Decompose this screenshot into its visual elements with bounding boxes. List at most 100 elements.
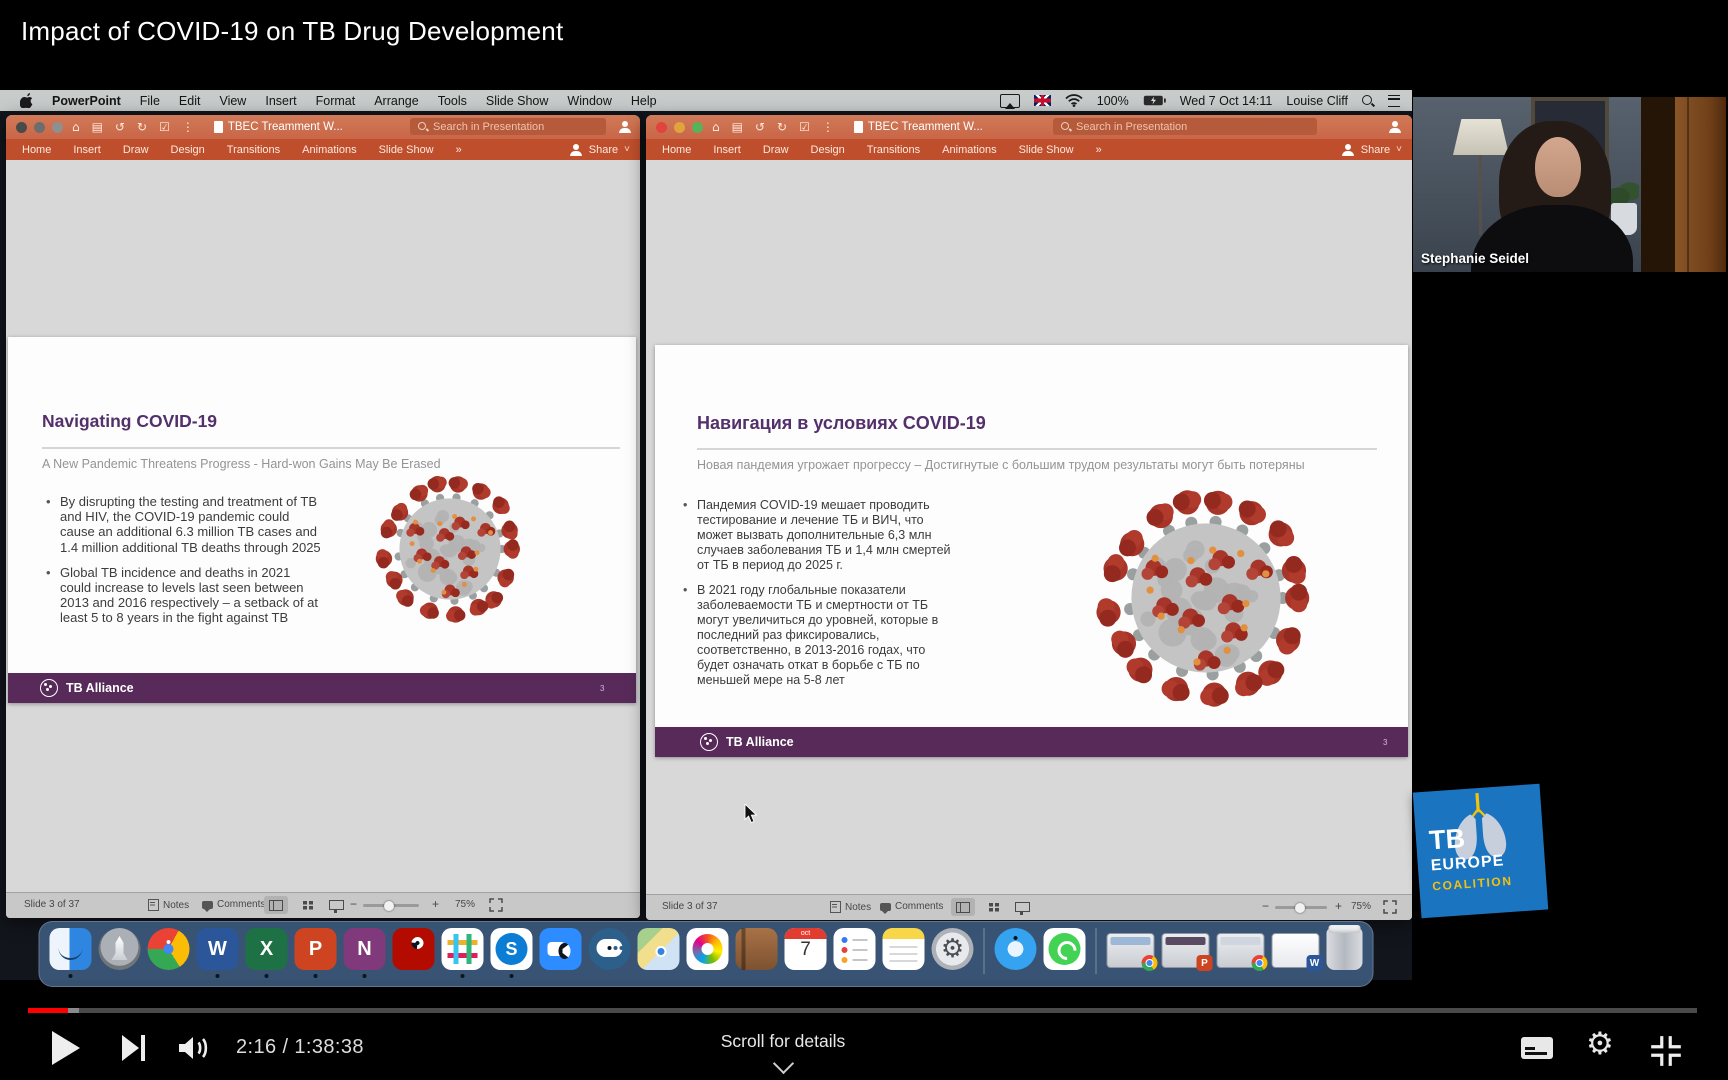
minimize-button[interactable] [674, 122, 685, 133]
fit-slide-icon[interactable] [489, 898, 503, 912]
dock-item-trash[interactable] [1327, 928, 1363, 970]
notes-button[interactable]: Notes [148, 899, 189, 911]
menu-item-slide-show[interactable]: Slide Show [486, 94, 549, 108]
dock-item-excel[interactable]: X [246, 928, 288, 970]
tab-insert[interactable]: Insert [713, 144, 741, 156]
subtitles-button[interactable] [1521, 1037, 1553, 1059]
menu-bar-clock[interactable]: Wed 7 Oct 14:11 [1180, 94, 1273, 108]
slideshow-button[interactable] [324, 896, 348, 914]
dock-minimized-window-meeting[interactable]: P [1162, 933, 1210, 968]
menu-item-view[interactable]: View [219, 94, 246, 108]
close-button[interactable] [656, 122, 667, 133]
menu-item-format[interactable]: Format [316, 94, 356, 108]
dock-item-powerpoint[interactable]: P [295, 928, 337, 970]
tab-animations[interactable]: Animations [302, 144, 356, 156]
tab-insert[interactable]: Insert [73, 144, 101, 156]
zoom-button[interactable] [692, 122, 703, 133]
slide-sorter-button[interactable] [296, 896, 320, 914]
zoom-level[interactable]: 75% [455, 899, 475, 910]
menu-item-powerpoint[interactable]: PowerPoint [52, 94, 121, 108]
share-button[interactable]: Share [589, 144, 618, 156]
undo-icon[interactable]: ↺ [755, 115, 765, 139]
menu-item-insert[interactable]: Insert [265, 94, 296, 108]
tab-slide-show[interactable]: Slide Show [379, 144, 434, 156]
dock-item-word[interactable]: W [197, 928, 239, 970]
next-button[interactable] [122, 1035, 148, 1061]
normal-view-button[interactable] [264, 896, 288, 914]
scroll-for-details[interactable]: Scroll for details [633, 1031, 933, 1052]
dock-item-skype[interactable]: S [491, 928, 533, 970]
dock-minimized-window-chrome[interactable] [1107, 933, 1155, 968]
fit-slide-icon[interactable] [1383, 900, 1397, 914]
share-button[interactable]: Share [1361, 144, 1390, 156]
tab-draw[interactable]: Draw [763, 144, 789, 156]
zoom-in-button[interactable]: + [1335, 899, 1342, 913]
play-button[interactable] [52, 1031, 80, 1065]
slide-sorter-button[interactable] [982, 898, 1006, 916]
dock-item-contacts[interactable] [736, 928, 778, 970]
home-icon[interactable]: ⌂ [712, 115, 720, 139]
chevron-down-icon[interactable] [773, 1053, 794, 1074]
menu-item-window[interactable]: Window [567, 94, 611, 108]
proofing-icon[interactable]: ☑ [159, 115, 170, 139]
ribbon-collapse-chevron[interactable]: ˅ [624, 144, 630, 155]
dock-item-whatsapp[interactable] [1044, 928, 1086, 970]
menu-item-tools[interactable]: Tools [438, 94, 467, 108]
apple-icon[interactable] [20, 93, 33, 108]
exit-fullscreen-button[interactable] [1648, 1033, 1684, 1069]
screen-mirroring-icon[interactable] [1000, 94, 1020, 108]
comments-button[interactable]: Comments [880, 901, 943, 912]
zoom-slider-thumb[interactable] [1295, 903, 1305, 913]
undo-icon[interactable]: ↺ [115, 115, 125, 139]
minimize-button[interactable] [34, 122, 45, 133]
dock-item-reminders[interactable] [834, 928, 876, 970]
tab-transitions[interactable]: Transitions [867, 144, 920, 156]
dock-item-system-preferences[interactable]: ⚙ [932, 928, 974, 970]
redo-icon[interactable]: ↻ [137, 115, 147, 139]
progress-bar[interactable] [28, 1008, 1697, 1013]
control-center-icon[interactable] [1388, 95, 1400, 107]
tab-transitions[interactable]: Transitions [227, 144, 280, 156]
menu-item-arrange[interactable]: Arrange [374, 94, 418, 108]
menu-item-file[interactable]: File [140, 94, 160, 108]
dock-item-launchpad[interactable] [99, 928, 141, 970]
tab-home[interactable]: Home [662, 144, 691, 156]
normal-view-button[interactable] [951, 898, 975, 916]
search-input[interactable]: Search in Presentation [410, 118, 606, 135]
zoom-out-button[interactable]: − [350, 897, 357, 911]
wifi-icon[interactable] [1065, 94, 1083, 107]
dock-item-maps[interactable] [638, 928, 680, 970]
tab-design[interactable]: Design [171, 144, 205, 156]
battery-icon[interactable] [1143, 95, 1166, 106]
spotlight-search-icon[interactable] [1362, 95, 1374, 107]
menu-bar-user[interactable]: Louise Cliff [1286, 94, 1348, 108]
zoom-slider[interactable] [1275, 906, 1327, 909]
zoom-slider-thumb[interactable] [384, 901, 394, 911]
share-contact-icon[interactable] [618, 121, 632, 133]
close-button[interactable] [16, 122, 27, 133]
dock-item-photos[interactable] [687, 928, 729, 970]
zoom-in-button[interactable]: + [432, 897, 439, 911]
dock-item-notes[interactable] [883, 928, 925, 970]
dock-minimized-window-chrome-2[interactable] [1217, 933, 1265, 968]
notes-button[interactable]: Notes [830, 901, 871, 913]
slideshow-button[interactable] [1010, 898, 1034, 916]
dock-item-chrome[interactable] [148, 928, 190, 970]
dock-item-finder[interactable] [50, 928, 92, 970]
comments-button[interactable]: Comments [202, 899, 265, 910]
redo-icon[interactable]: ↻ [777, 115, 787, 139]
dock-item-zoom[interactable] [540, 928, 582, 970]
toolbar-more-icon[interactable]: ⋮ [182, 115, 194, 139]
ribbon-collapse-chevron[interactable]: ˅ [1396, 144, 1402, 155]
zoom-button[interactable] [52, 122, 63, 133]
keyboard-language-flag-icon[interactable] [1034, 95, 1051, 106]
dock-item-acrobat[interactable] [393, 928, 435, 970]
settings-button[interactable]: ⚙ [1586, 1026, 1614, 1062]
volume-icon[interactable] [176, 1034, 214, 1062]
dock-minimized-document-word[interactable]: W [1272, 933, 1320, 968]
save-icon[interactable]: ▤ [92, 115, 103, 139]
dock-item-slack[interactable] [442, 928, 484, 970]
tab-animations[interactable]: Animations [942, 144, 996, 156]
menu-item-help[interactable]: Help [631, 94, 657, 108]
dock-item-onenote[interactable]: N [344, 928, 386, 970]
